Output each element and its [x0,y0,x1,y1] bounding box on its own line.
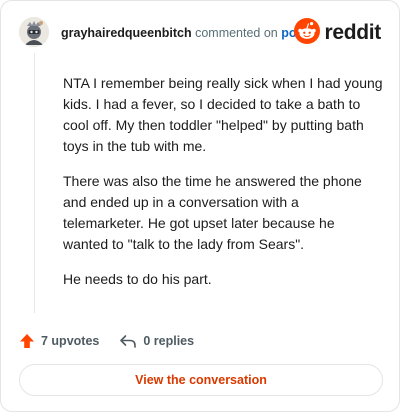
comment-paragraph: NTA I remember being really sick when I … [63,75,383,154]
comment-stats: 7 upvotes 0 replies [19,331,194,351]
reddit-brand[interactable]: reddit [294,17,381,49]
comment-header: grayhairedqueenbitch commented on post r [19,17,383,53]
reply-stat[interactable]: 0 replies [119,333,194,349]
comment-meta: grayhairedqueenbitch commented on post [61,25,308,41]
comment-card: grayhairedqueenbitch commented on post r [0,0,400,412]
action-text: commented on [195,26,278,40]
reddit-snoo-icon [294,17,321,49]
comment-paragraph: He needs to do his part. [63,271,212,287]
username[interactable]: grayhairedqueenbitch [61,26,192,40]
upvote-stat[interactable]: 7 upvotes [19,333,99,349]
reply-arrow-icon [119,333,137,349]
view-conversation-button[interactable]: View the conversation [19,364,383,396]
comment-paragraph: There was also the time he answered the … [63,173,362,252]
upvote-count: 7 upvotes [41,334,100,348]
brand-wordmark: reddit [324,21,381,44]
upvote-arrow-icon [19,333,35,349]
reply-count: 0 replies [143,334,195,348]
thread-line [34,53,35,313]
user-avatar[interactable] [19,17,49,47]
comment-body: NTA I remember being really sick when I … [63,73,383,304]
